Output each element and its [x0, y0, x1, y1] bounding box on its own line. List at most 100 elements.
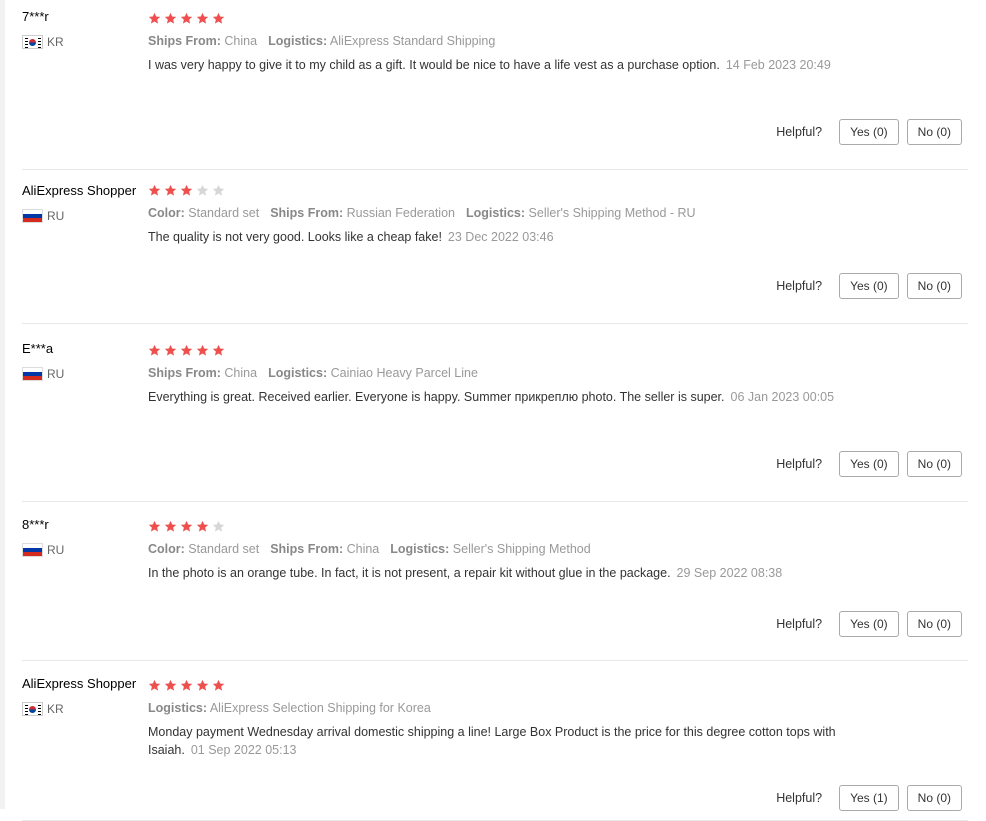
review-content: I was very happy to give it to my child … — [148, 56, 858, 74]
review-meta: Ships From: China Logistics: Cainiao Heav… — [148, 366, 858, 380]
star-icon — [148, 344, 161, 357]
flag-ru-icon — [22, 367, 43, 381]
helpful-votes: Helpful? Yes (1) No (0) — [776, 785, 962, 811]
star-icon — [196, 184, 209, 197]
logistics-info: Logistics: Seller's Shipping Method — [390, 542, 591, 556]
country-code: RU — [47, 543, 65, 557]
star-rating — [148, 342, 858, 358]
country-code: KR — [47, 35, 64, 49]
reviewer-country: KR — [22, 702, 147, 716]
review-meta: Logistics: AliExpress Selection Shipping… — [148, 701, 858, 715]
review-item: E***a RU Ships From: China Logistics: Caini… — [22, 324, 968, 502]
reviewer-info: 7***r KR — [22, 9, 147, 49]
star-icon — [180, 679, 193, 692]
star-rating — [148, 518, 858, 534]
review-meta: Ships From: China Logistics: AliExpress S… — [148, 34, 858, 48]
star-icon — [212, 520, 225, 533]
reviewer-name: 7***r — [22, 9, 49, 24]
review-body: Color: Standard set Ships From: China Logi… — [148, 518, 858, 582]
vote-yes-button[interactable]: Yes (0) — [839, 611, 899, 637]
star-icon — [148, 520, 161, 533]
star-icon — [164, 12, 177, 25]
star-icon — [164, 344, 177, 357]
vote-yes-button[interactable]: Yes (1) — [839, 785, 899, 811]
star-icon — [196, 679, 209, 692]
logistics-info: Logistics: AliExpress Standard Shipping — [268, 34, 496, 48]
vote-no-button[interactable]: No (0) — [906, 273, 962, 299]
review-body: Color: Standard set Ships From: Russian F… — [148, 182, 858, 246]
vote-no-button[interactable]: No (0) — [906, 451, 962, 477]
review-date: 14 Feb 2023 20:49 — [725, 58, 831, 72]
helpful-votes: Helpful? Yes (0) No (0) — [776, 119, 962, 145]
reviewer-country: KR — [22, 35, 147, 49]
review-date: 01 Sep 2022 05:13 — [190, 743, 297, 757]
helpful-label: Helpful? — [776, 279, 823, 293]
star-rating — [148, 677, 858, 693]
star-icon — [164, 184, 177, 197]
review-text: The quality is not very good. Looks like… — [148, 230, 442, 244]
vote-no-button[interactable]: No (0) — [906, 785, 962, 811]
helpful-label: Helpful? — [776, 791, 823, 805]
flag-ru-icon — [22, 543, 43, 557]
star-icon — [148, 679, 161, 692]
ships-from-info: Ships From: China — [148, 366, 258, 380]
review-text: I was very happy to give it to my child … — [148, 58, 720, 72]
flag-kr-icon — [22, 35, 43, 49]
vote-no-button[interactable]: No (0) — [906, 119, 962, 145]
vote-yes-button[interactable]: Yes (0) — [839, 451, 899, 477]
reviewer-info: AliExpress Shopper KR — [22, 676, 147, 716]
reviewer-country: RU — [22, 367, 147, 381]
review-item: 8***r RU Color: Standard set Ships From: Ch… — [22, 502, 968, 661]
star-icon — [212, 12, 225, 25]
logistics-info: Logistics: Seller's Shipping Method - RU — [466, 206, 696, 220]
star-icon — [164, 520, 177, 533]
country-code: KR — [47, 702, 64, 716]
star-icon — [180, 520, 193, 533]
review-content: The quality is not very good. Looks like… — [148, 228, 858, 246]
star-icon — [148, 184, 161, 197]
country-code: RU — [47, 209, 65, 223]
ships-from-info: Ships From: China — [148, 34, 258, 48]
star-icon — [212, 679, 225, 692]
review-item: AliExpress Shopper KR Logistics: AliExpres… — [22, 661, 968, 821]
star-rating — [148, 182, 858, 198]
star-icon — [180, 344, 193, 357]
review-date: 06 Jan 2023 00:05 — [730, 390, 835, 404]
left-rail — [0, 0, 5, 809]
vote-yes-button[interactable]: Yes (0) — [839, 273, 899, 299]
vote-yes-button[interactable]: Yes (0) — [839, 119, 899, 145]
star-icon — [196, 344, 209, 357]
reviewer-name: AliExpress Shopper — [22, 676, 137, 691]
helpful-votes: Helpful? Yes (0) No (0) — [776, 273, 962, 299]
helpful-label: Helpful? — [776, 125, 823, 139]
reviewer-info: E***a RU — [22, 341, 147, 381]
review-date: 23 Dec 2022 03:46 — [447, 230, 554, 244]
ships-from-info: Ships From: China — [270, 542, 380, 556]
review-meta: Color: Standard set Ships From: Russian F… — [148, 206, 858, 220]
star-icon — [212, 184, 225, 197]
reviewer-country: RU — [22, 209, 147, 223]
review-body: Ships From: China Logistics: Cainiao Heav… — [148, 342, 858, 406]
review-date: 29 Sep 2022 08:38 — [676, 566, 783, 580]
star-icon — [164, 679, 177, 692]
review-meta: Color: Standard set Ships From: China Logi… — [148, 542, 858, 556]
star-icon — [196, 520, 209, 533]
country-code: RU — [47, 367, 65, 381]
review-content: Monday payment Wednesday arrival domesti… — [148, 723, 858, 759]
review-content: In the photo is an orange tube. In fact,… — [148, 564, 858, 582]
helpful-label: Helpful? — [776, 617, 823, 631]
flag-kr-icon — [22, 702, 43, 716]
reviewer-info: AliExpress Shopper RU — [22, 183, 147, 223]
review-item: AliExpress Shopper RU Color: Standard set S… — [22, 170, 968, 324]
color-info: Color: Standard set — [148, 206, 260, 220]
review-item: 7***r KR Ships From: China Logistics: AliEx… — [22, 0, 968, 170]
star-icon — [196, 12, 209, 25]
ships-from-info: Ships From: Russian Federation — [270, 206, 455, 220]
star-icon — [212, 344, 225, 357]
review-content: Everything is great. Received earlier. E… — [148, 388, 858, 406]
star-icon — [148, 12, 161, 25]
vote-no-button[interactable]: No (0) — [906, 611, 962, 637]
review-body: Logistics: AliExpress Selection Shipping… — [148, 677, 858, 759]
star-rating — [148, 10, 858, 26]
logistics-info: Logistics: AliExpress Selection Shipping… — [148, 701, 431, 715]
